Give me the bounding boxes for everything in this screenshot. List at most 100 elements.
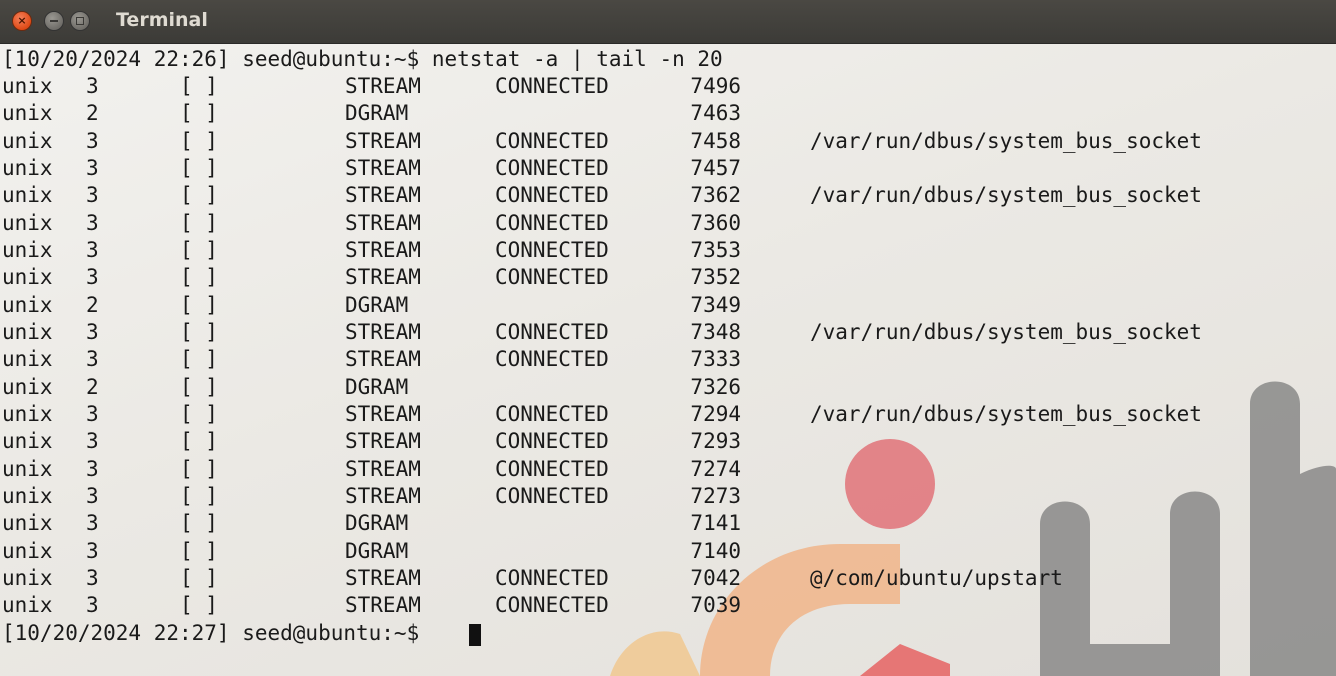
cell-path: @/com/ubuntu/upstart [810,566,1063,590]
command-line: [10/20/2024 22:26] seed@ubuntu:~$ netsta… [2,46,723,73]
cell-proto: unix [2,238,53,262]
cell-path: /var/run/dbus/system_bus_socket [810,402,1202,426]
output-row: unix 3 [ ] STREAM CONNECTED 7348 /var/ru… [2,319,1202,346]
cell-refcnt: 2 [86,293,99,317]
prompt-line[interactable]: [10/20/2024 22:27] seed@ubuntu:~$ [2,620,481,647]
cell-state: CONNECTED [495,429,609,453]
cell-inode: 7294 [690,402,741,426]
output-row: unix 3 [ ] STREAM CONNECTED 7352 [2,264,741,291]
cell-proto: unix [2,293,53,317]
output-row: unix 3 [ ] DGRAM 7140 [2,538,741,565]
cell-proto: unix [2,101,53,125]
output-row: unix 3 [ ] DGRAM 7141 [2,510,741,537]
maximize-icon[interactable] [70,11,90,31]
cell-refcnt: 3 [86,347,99,371]
cell-proto: unix [2,593,53,617]
close-icon[interactable]: × [12,11,32,31]
cell-flags: [ ] [180,320,218,344]
cell-state: CONNECTED [495,484,609,508]
output-row: unix 2 [ ] DGRAM 7463 [2,100,741,127]
cell-refcnt: 3 [86,511,99,535]
command-text: [10/20/2024 22:26] seed@ubuntu:~$ netsta… [2,47,723,71]
output-row: unix 3 [ ] STREAM CONNECTED 7273 [2,483,741,510]
output-row: unix 3 [ ] STREAM CONNECTED 7458 /var/ru… [2,128,1202,155]
cell-refcnt: 3 [86,402,99,426]
cell-refcnt: 3 [86,265,99,289]
cell-flags: [ ] [180,183,218,207]
cell-proto: unix [2,429,53,453]
cell-type: STREAM [345,265,421,289]
cell-inode: 7333 [690,347,741,371]
cell-inode: 7457 [690,156,741,180]
cell-flags: [ ] [180,211,218,235]
cell-type: STREAM [345,183,421,207]
terminal-area[interactable]: [10/20/2024 22:26] seed@ubuntu:~$ netsta… [0,44,1336,676]
cell-refcnt: 2 [86,101,99,125]
cell-type: STREAM [345,74,421,98]
text-cursor [469,624,481,646]
cell-type: STREAM [345,457,421,481]
cell-state: CONNECTED [495,211,609,235]
output-row: unix 3 [ ] STREAM CONNECTED 7042 @/com/u… [2,565,1063,592]
output-row: unix 3 [ ] STREAM CONNECTED 7457 [2,155,741,182]
cell-refcnt: 3 [86,211,99,235]
cell-inode: 7349 [690,293,741,317]
output-row: unix 2 [ ] DGRAM 7349 [2,292,741,319]
cell-flags: [ ] [180,265,218,289]
cell-type: STREAM [345,320,421,344]
window-title: Terminal [116,9,208,31]
cell-state: CONNECTED [495,74,609,98]
cell-flags: [ ] [180,375,218,399]
cell-type: STREAM [345,593,421,617]
cell-refcnt: 3 [86,457,99,481]
output-row: unix 3 [ ] STREAM CONNECTED 7294 /var/ru… [2,401,1202,428]
cell-refcnt: 3 [86,593,99,617]
cell-state: CONNECTED [495,265,609,289]
cell-inode: 7141 [690,511,741,535]
output-row: unix 3 [ ] STREAM CONNECTED 7496 [2,73,741,100]
cell-state: CONNECTED [495,402,609,426]
cell-inode: 7274 [690,457,741,481]
cell-inode: 7039 [690,593,741,617]
cell-state: CONNECTED [495,566,609,590]
cell-type: STREAM [345,347,421,371]
cell-inode: 7273 [690,484,741,508]
cell-refcnt: 3 [86,156,99,180]
cell-state: CONNECTED [495,347,609,371]
cell-type: DGRAM [345,511,409,535]
output-row: unix 2 [ ] DGRAM 7326 [2,374,741,401]
cell-flags: [ ] [180,238,218,262]
cell-proto: unix [2,156,53,180]
cell-inode: 7353 [690,238,741,262]
output-row: unix 3 [ ] STREAM CONNECTED 7293 [2,428,741,455]
cell-proto: unix [2,347,53,371]
cell-flags: [ ] [180,101,218,125]
cell-proto: unix [2,183,53,207]
cell-refcnt: 3 [86,566,99,590]
cell-proto: unix [2,539,53,563]
cell-flags: [ ] [180,539,218,563]
title-bar[interactable]: × Terminal [0,0,1336,44]
cell-state: CONNECTED [495,156,609,180]
cell-type: STREAM [345,566,421,590]
cell-path: /var/run/dbus/system_bus_socket [810,129,1202,153]
cell-inode: 7496 [690,74,741,98]
cell-inode: 7348 [690,320,741,344]
minimize-icon[interactable] [44,11,64,31]
cell-refcnt: 3 [86,320,99,344]
cell-refcnt: 3 [86,429,99,453]
cell-flags: [ ] [180,74,218,98]
cell-refcnt: 3 [86,238,99,262]
cell-refcnt: 3 [86,183,99,207]
cell-type: STREAM [345,129,421,153]
cell-refcnt: 3 [86,129,99,153]
cell-type: STREAM [345,238,421,262]
cell-inode: 7042 [690,566,741,590]
cell-state: CONNECTED [495,320,609,344]
cell-inode: 7362 [690,183,741,207]
cell-refcnt: 2 [86,375,99,399]
cell-proto: unix [2,484,53,508]
cell-type: STREAM [345,484,421,508]
cell-type: DGRAM [345,293,409,317]
cell-state: CONNECTED [495,183,609,207]
